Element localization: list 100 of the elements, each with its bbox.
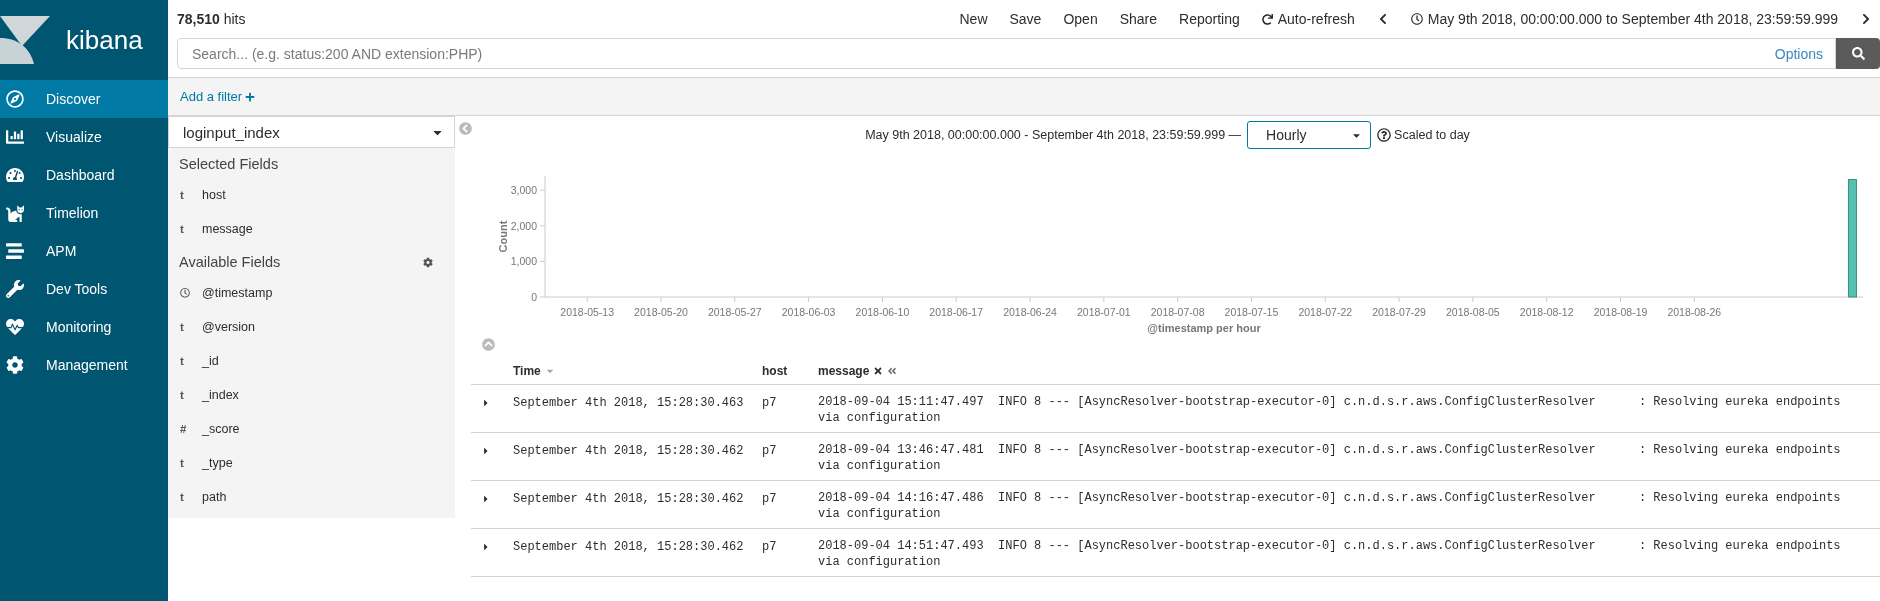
field-name[interactable]: path [202,490,227,504]
menu-link[interactable]: Reporting [1179,11,1240,27]
clock-icon [1410,13,1423,25]
x-tick-label: 2018-08-26 [1667,306,1722,318]
x-tick-label: 2018-07-29 [1372,306,1426,318]
x-tick-label: 2018-07-01 [1076,306,1131,318]
clock-icon [180,287,190,299]
nav-item[interactable]: Dashboard [0,156,168,194]
x-tick-label: 2018-08-19 [1593,306,1648,318]
nav-icon [6,242,24,260]
y-tick-label: 2,000 [510,219,537,232]
help-icon[interactable] [1377,128,1392,142]
options-link[interactable]: Options [1774,45,1823,62]
field-name[interactable]: _score [202,422,240,436]
nav-item[interactable]: Discover [0,80,168,118]
table-cell-text: September 4th 2018, 15:28:30.462 [513,492,745,506]
nav-icon [6,204,24,222]
x-tick-label: 2018-05-13 [560,306,615,318]
nav-item[interactable]: Timelion [0,194,168,232]
section-title: Selected Fields [179,156,279,172]
move-left-icon[interactable] [887,365,898,376]
scaled-note: Scaled to day [1394,128,1470,142]
table-cell: 2018-09-04 15:11:47.497 INFO 8 --- [AsyncResolver-bootstrap-executor-0] c.n.d.s.r.aws.ConfigClusterResolver : Resolving eureka endpoints via configuration [818,394,1841,426]
field-name[interactable]: message [202,222,253,236]
table-cell: 2018-09-04 13:46:47.481 INFO 8 --- [AsyncResolver-bootstrap-executor-0] c.n.d.s.r.aws.ConfigClusterResolver : Resolving eureka endpoints via configuration [818,442,1841,474]
field-type: t [180,189,185,201]
table-cell-text: p7 [762,540,778,554]
column-header[interactable]: host [762,363,788,378]
section-title: Available Fields [179,254,281,270]
nav-item[interactable]: Monitoring [0,308,168,346]
time-range-text: May 9th 2018, 00:00:00.000 - September 4th 2018, 23:59:59.999 — [865,128,1242,142]
menu-link[interactable]: Save [1009,11,1042,27]
field-name[interactable]: host [202,188,226,202]
y-axis-title: Count [497,220,509,253]
nav-item[interactable]: Management [0,346,168,384]
field-name[interactable]: @timestamp [202,286,273,300]
histogram-bar[interactable] [1847,179,1857,298]
x-tick-label: 2018-07-15 [1224,306,1279,318]
x-tick-label: 2018-05-27 [707,306,762,318]
x-axis-title: @timestamp per hour [1147,322,1261,334]
index-pattern-select[interactable]: loginput_index [168,116,455,148]
x-tick-label: 2018-06-24 [1003,306,1057,318]
nav-icon [6,166,24,184]
y-tick-label: 3,000 [510,184,537,197]
search-icon [1851,47,1865,60]
field-type: # [180,423,188,435]
search-field[interactable]: Search... (e.g. status:200 AND extension:PHP) Options [177,38,1836,69]
nav-item[interactable]: Visualize [0,118,168,156]
remove-column-icon[interactable] [873,365,884,376]
table-cell: 2018-09-04 14:51:47.493 INFO 8 --- [AsyncResolver-bootstrap-executor-0] c.n.d.s.r.aws.ConfigClusterResolver : Resolving eureka endpoints via configuration [818,538,1841,570]
hits-count: 78,510 hits [177,11,246,27]
field-type: t [180,491,185,503]
x-tick-label: 2018-08-12 [1519,306,1574,318]
menu-link[interactable]: Share [1119,11,1158,27]
nav-item[interactable]: APM [0,232,168,270]
x-tick-label: 2018-06-10 [855,306,910,318]
table-cell: 2018-09-04 14:16:47.486 INFO 8 --- [AsyncResolver-bootstrap-executor-0] c.n.d.s.r.aws.ConfigClusterResolver : Resolving eureka endpoints via configuration [818,490,1841,522]
x-tick-label: 2018-08-05 [1446,306,1500,318]
field-name[interactable]: _type [202,456,233,470]
table-cell-text: p7 [762,444,778,458]
field-name[interactable]: @version [202,320,255,334]
x-tick-label: 2018-05-20 [634,306,688,318]
plus-icon [245,91,256,102]
nav-item[interactable]: Dev Tools [0,270,168,308]
column-header[interactable]: Time [513,363,541,378]
field-type: t [180,223,185,235]
next-icon[interactable] [1860,13,1872,25]
field-name[interactable]: _index [202,388,239,402]
table-cell-text: September 4th 2018, 15:28:30.462 [513,444,745,458]
add-filter-link[interactable]: Add a filter [180,89,256,104]
nav-icon [6,128,24,146]
x-tick-label: 2018-06-17 [929,306,984,318]
settings-icon[interactable] [423,256,433,268]
field-type: t [180,321,185,333]
y-tick-label: 1,000 [510,255,537,268]
column-header[interactable]: message [818,363,870,378]
logo-icon [0,16,52,64]
menu-link[interactable]: New [959,11,988,27]
table-cell-text: p7 [762,396,778,410]
interval-select[interactable]: Hourly [1247,121,1372,149]
kibana-logo[interactable]: kibana [0,0,168,80]
x-tick-label: 2018-07-08 [1150,306,1205,318]
x-tick-label: 2018-07-22 [1298,306,1353,318]
refresh-icon [1261,13,1273,25]
nav-icon [6,356,24,374]
x-tick-label: 2018-06-03 [781,306,836,318]
field-name[interactable]: _id [202,354,219,368]
nav-icon [6,318,24,336]
field-type: t [180,389,185,401]
table-cell-text: September 4th 2018, 15:28:30.463 [513,396,745,410]
y-tick-label: 0 [531,291,537,303]
table-cell-text: September 4th 2018, 15:28:30.462 [513,540,745,554]
time-range-link[interactable]: May 9th 2018, 00:00:00.000 to September 4th 2018, 23:59:59.999 [1410,11,1838,27]
field-type: t [180,457,185,469]
nav-icon [6,90,24,108]
menu-link[interactable]: Open [1063,11,1098,27]
auto-refresh-link[interactable]: Auto-refresh [1261,11,1355,27]
search-button[interactable] [1836,38,1880,69]
field-type: t [180,355,185,367]
nav-icon [6,280,24,298]
